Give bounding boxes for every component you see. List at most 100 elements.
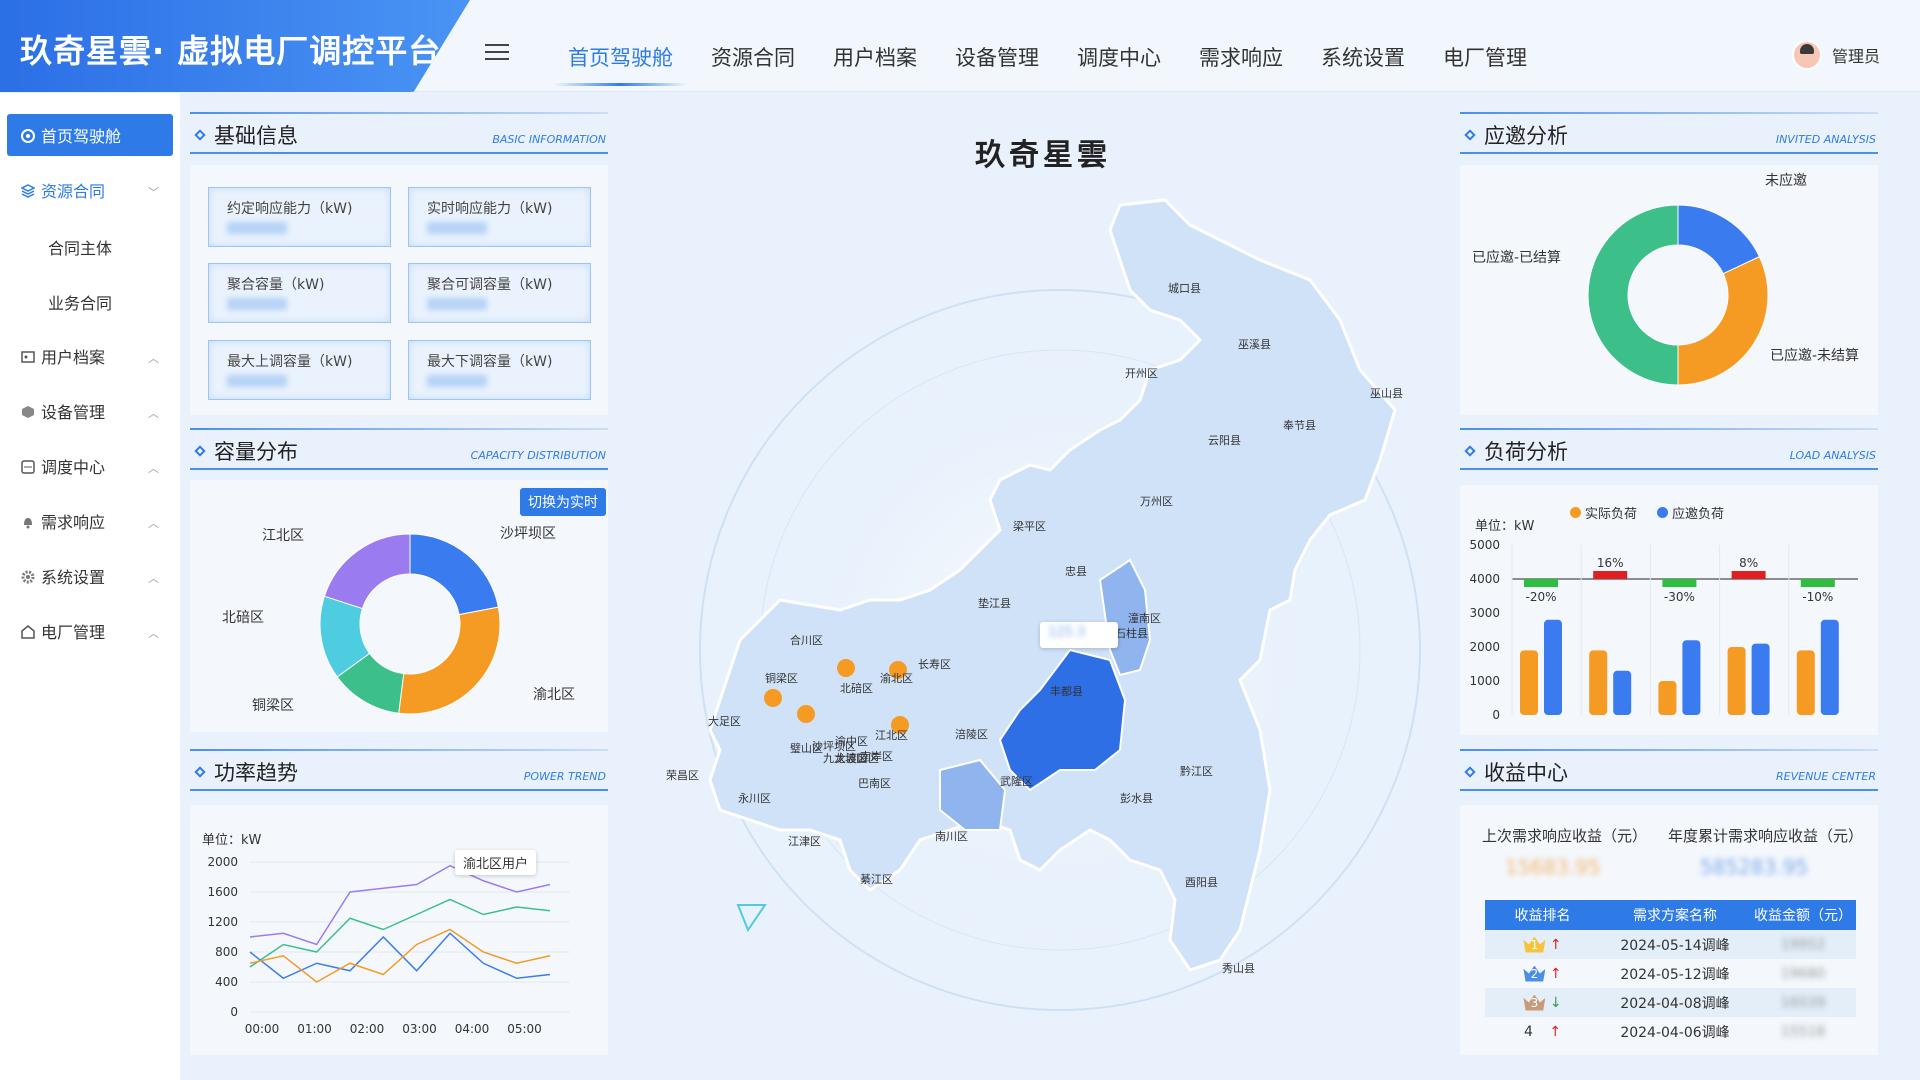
invited-header: 应邀分析 INVITED ANALYSIS — [1460, 112, 1878, 154]
map-district-label[interactable]: 渝中区 — [835, 733, 868, 749]
table-body: 1 ↑ 2024-05-14调峰 19952 2 ↑ 2024-05-12调峰 … — [1485, 930, 1856, 1046]
panel-title-en: CAPACITY DISTRIBUTION — [470, 449, 606, 462]
location-marker — [797, 705, 815, 723]
crown-gold-icon: 1 — [1523, 936, 1546, 953]
sidebar-subitem-contract-entity[interactable]: 合同主体 — [48, 235, 112, 259]
map-district-label[interactable]: 永川区 — [738, 790, 771, 806]
scheme-name: 2024-04-08调峰 — [1620, 995, 1730, 1012]
info-card: 聚合容量（kW) — [208, 263, 391, 323]
table-row[interactable]: 4 ↑ 2024-04-06调峰 15518 — [1485, 1017, 1856, 1046]
info-value — [227, 298, 287, 310]
x-tick-label: 05:00 — [507, 1022, 542, 1036]
y-tick-label: 0 — [230, 1005, 238, 1019]
map-district-label[interactable]: 黔江区 — [1180, 763, 1213, 779]
info-label: 最大上调容量（kW) — [227, 354, 353, 370]
bell-icon — [21, 514, 35, 529]
map-district-label[interactable]: 垫江县 — [978, 595, 1011, 611]
map-district-label[interactable]: 梁平区 — [1013, 518, 1046, 534]
sidebar-subitem-business-contract[interactable]: 业务合同 — [48, 290, 112, 314]
map-district-label[interactable]: 南岸区 — [860, 748, 893, 764]
map-district-label[interactable]: 潼南区 — [1128, 610, 1161, 626]
info-value — [227, 222, 287, 234]
map-district-label[interactable]: 荣昌区 — [666, 767, 699, 783]
diamond-icon — [1464, 766, 1476, 778]
map-district-label[interactable]: 忠县 — [1065, 563, 1087, 579]
diamond-icon — [194, 766, 206, 778]
map-district-label[interactable]: 涪陵区 — [955, 726, 988, 742]
map-district-label[interactable]: 武隆区 — [1000, 773, 1033, 789]
chevron-up-icon: ︿ — [148, 517, 159, 530]
map-district-label[interactable]: 丰都县 — [1050, 683, 1083, 699]
bar-invited — [1613, 670, 1632, 715]
nav-devices[interactable]: 设备管理 — [955, 36, 1039, 78]
map-district-label[interactable]: 江北区 — [875, 727, 908, 743]
year-revenue-value: 585283.95 — [1700, 855, 1809, 879]
map-district-label[interactable]: 綦江区 — [860, 871, 893, 887]
table-row[interactable]: 3 ↓ 2024-04-08调峰 16039 — [1485, 988, 1856, 1017]
diamond-icon — [1464, 445, 1476, 457]
sidebar-item-devices[interactable]: 设备管理 ︿ — [7, 390, 173, 432]
deviation-label: 8% — [1739, 556, 1758, 570]
nav-contracts[interactable]: 资源合同 — [711, 36, 795, 78]
bar-invited — [1820, 619, 1839, 715]
amount-cell: 15518 — [1780, 1023, 1826, 1040]
sidebar-item-settings[interactable]: 系统设置 ︿ — [7, 555, 173, 597]
map-district-label[interactable]: 铜梁区 — [765, 670, 798, 686]
user-menu[interactable]: 管理员 — [1791, 40, 1880, 70]
map-district-label[interactable]: 开州区 — [1125, 365, 1158, 381]
bar-actual — [1796, 650, 1815, 715]
map-district-label[interactable]: 奉节县 — [1283, 417, 1316, 433]
menu-toggle-icon[interactable] — [485, 44, 509, 62]
map-district-label[interactable]: 巫山县 — [1370, 385, 1403, 401]
map-district-label[interactable]: 江津区 — [788, 833, 821, 849]
chevron-up-icon: ︿ — [148, 352, 159, 365]
legend-settled: 已应邀-已结算 — [1472, 250, 1562, 266]
nav-plant[interactable]: 电厂管理 — [1443, 36, 1527, 78]
invited-panel: 未应邀 已应邀-已结算 已应邀-未结算 — [1460, 165, 1878, 415]
map-district-label[interactable]: 秀山县 — [1222, 960, 1255, 976]
nav-demand-response[interactable]: 需求响应 — [1199, 36, 1283, 78]
sidebar-item-dispatch[interactable]: 调度中心 ︿ — [7, 445, 173, 487]
load-panel: 单位：kW 实际负荷 应邀负荷 0 1000 2000 3000 4000 5000 -20… — [1460, 485, 1878, 735]
map-tooltip: 125.3 — [1040, 622, 1118, 648]
panel-title: 应邀分析 — [1484, 124, 1568, 148]
map-district-label[interactable]: 南川区 — [935, 828, 968, 844]
avatar — [1791, 40, 1822, 70]
bar-actual — [1589, 650, 1608, 715]
table-row[interactable]: 2 ↑ 2024-05-12调峰 19680 — [1485, 959, 1856, 988]
nav-dashboard[interactable]: 首页驾驶舱 — [554, 36, 687, 86]
map-district-label[interactable]: 北碚区 — [840, 680, 873, 696]
map-district-label[interactable]: 云阳县 — [1208, 432, 1241, 448]
sidebar-item-user-files[interactable]: 用户档案 ︿ — [7, 335, 173, 377]
server-icon — [21, 459, 35, 474]
sidebar-item-plant[interactable]: 电厂管理 ︿ — [7, 610, 173, 652]
info-value — [427, 222, 487, 234]
layers-icon — [20, 183, 36, 198]
map-district-label[interactable]: 合川区 — [790, 632, 823, 648]
map-district-label[interactable]: 石柱县 — [1115, 625, 1148, 641]
map-district-label[interactable]: 酉阳县 — [1185, 874, 1218, 890]
x-tick-label: 03:00 — [402, 1022, 437, 1036]
map-district-label[interactable]: 万州区 — [1140, 493, 1173, 509]
deviation-bar — [1800, 579, 1835, 587]
map-district-label[interactable]: 大足区 — [708, 713, 741, 729]
panel-title: 容量分布 — [214, 440, 298, 464]
nav-dispatch[interactable]: 调度中心 — [1077, 36, 1161, 78]
gear-icon — [21, 569, 35, 584]
sidebar-item-dashboard[interactable]: 首页驾驶舱 — [7, 114, 173, 156]
amount-cell: 19952 — [1780, 936, 1826, 953]
sidebar-item-contracts[interactable]: 资源合同 ﹀ — [7, 169, 173, 211]
map-district-label[interactable]: 长寿区 — [918, 656, 951, 672]
map-district-label[interactable]: 巴南区 — [858, 775, 891, 791]
arrow-up-icon: ↑ — [1549, 965, 1562, 982]
map-district-label[interactable]: 城口县 — [1168, 280, 1201, 296]
arrow-up-icon: ↑ — [1549, 1023, 1562, 1040]
table-row[interactable]: 1 ↑ 2024-05-14调峰 19952 — [1485, 930, 1856, 959]
sidebar-item-demand-response[interactable]: 需求响应 ︿ — [7, 500, 173, 542]
nav-settings[interactable]: 系统设置 — [1321, 36, 1405, 78]
map-district-label[interactable]: 渝北区 — [880, 670, 913, 686]
map-district-label[interactable]: 彭水县 — [1120, 790, 1153, 806]
arrow-up-icon: ↑ — [1549, 936, 1562, 953]
map-district-label[interactable]: 巫溪县 — [1238, 336, 1271, 352]
nav-user-files[interactable]: 用户档案 — [833, 36, 917, 78]
